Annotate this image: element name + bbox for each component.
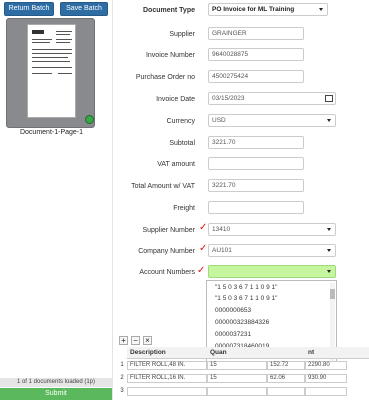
quantity-cell[interactable]: [207, 387, 267, 396]
supplier-field[interactable]: GRAINGER: [208, 27, 304, 40]
vat-amount-field[interactable]: [208, 157, 304, 170]
amount-cell[interactable]: 930.90: [305, 374, 347, 383]
invoice-date-field[interactable]: 03/15/2023: [208, 92, 336, 105]
thumbnail-label: Document-1-Page-1: [19, 129, 84, 136]
check-icon: ✓: [199, 243, 208, 254]
dropdown-option[interactable]: "1 5 0 3 6 7 1 1 0 9 1": [215, 284, 277, 291]
document-type-label: Document Type: [143, 7, 195, 14]
price-cell[interactable]: 152.72: [267, 361, 305, 370]
dropdown-option[interactable]: 0000000653: [215, 307, 251, 314]
app-window: Return Batch Save Batch Document-1-Page-…: [0, 0, 369, 400]
company-number-label: Company Number: [138, 248, 195, 255]
row-number: 2: [120, 375, 124, 381]
add-row-button[interactable]: +: [119, 336, 128, 345]
company-number-select[interactable]: AU101: [208, 244, 336, 257]
currency-select[interactable]: USD: [208, 114, 336, 127]
amount-cell[interactable]: [305, 387, 347, 396]
verified-icon: [85, 115, 94, 124]
description-cell[interactable]: FILTER ROLL,16 IN.: [127, 374, 207, 383]
freight-label: Freight: [173, 205, 195, 212]
invoice-date-value: 03/15/2023: [212, 95, 245, 102]
total-amount-field[interactable]: 3221.70: [208, 179, 304, 192]
check-icon: ✓: [199, 222, 208, 233]
invoice-number-field[interactable]: 9640028875: [208, 48, 304, 61]
dropdown-option[interactable]: 000000323884326: [215, 319, 269, 326]
column-header-price: [267, 347, 305, 359]
supplier-number-label: Supplier Number: [142, 227, 195, 234]
supplier-label: Supplier: [169, 31, 195, 38]
calendar-icon[interactable]: [325, 95, 333, 102]
purchase-order-label: Purchase Order no: [135, 74, 195, 81]
submit-button[interactable]: Submit: [0, 388, 112, 400]
column-header-description: Description: [127, 347, 207, 359]
column-header-amount: nt: [305, 347, 369, 359]
page-preview: [27, 24, 76, 118]
document-type-select[interactable]: PO Invoice for ML Training: [208, 3, 328, 16]
invoice-number-label: Invoice Number: [145, 52, 195, 59]
description-cell[interactable]: FILTER ROLL,48 IN.: [127, 361, 207, 370]
supplier-number-select[interactable]: 13410: [208, 223, 336, 236]
clear-row-button[interactable]: ×: [143, 336, 152, 345]
description-cell[interactable]: [127, 387, 207, 396]
row-number: 1: [120, 362, 124, 368]
total-amount-label: Total Amount w/ VAT: [131, 183, 195, 190]
row-number: 3: [120, 388, 124, 394]
dropdown-option[interactable]: 0000037231: [215, 331, 251, 338]
line-items-table: Description Quan nt 1 FILTER ROLL,48 IN.…: [117, 347, 369, 400]
price-cell[interactable]: [267, 387, 305, 396]
account-numbers-label: Account Numbers: [139, 269, 195, 276]
subtotal-label: Subtotal: [169, 140, 195, 147]
price-cell[interactable]: 62.06: [267, 374, 305, 383]
check-icon: ✓: [197, 265, 206, 276]
save-batch-button[interactable]: Save Batch: [60, 2, 108, 16]
dropdown-scroll-thumb[interactable]: [330, 289, 335, 299]
column-header-quantity: Quan: [207, 347, 267, 359]
vat-amount-label: VAT amount: [157, 161, 195, 168]
load-status: 1 of 1 documents loaded (1p): [0, 378, 112, 387]
remove-row-button[interactable]: −: [131, 336, 140, 345]
account-numbers-select[interactable]: [208, 265, 336, 278]
return-batch-button[interactable]: Return Batch: [4, 2, 54, 16]
purchase-order-field[interactable]: 4500275424: [208, 70, 304, 83]
freight-field[interactable]: [208, 201, 304, 214]
subtotal-field[interactable]: 3221.70: [208, 136, 304, 149]
document-thumbnail[interactable]: Document-1-Page-1: [6, 18, 95, 136]
quantity-cell[interactable]: 15: [207, 361, 267, 370]
amount-cell[interactable]: 2290.80: [305, 361, 347, 370]
dropdown-option[interactable]: "1 5 0 3 6 7 1 1 0 9 1": [215, 295, 277, 302]
invoice-date-label: Invoice Date: [156, 96, 195, 103]
quantity-cell[interactable]: 15: [207, 374, 267, 383]
currency-label: Currency: [166, 118, 195, 125]
document-panel: Return Batch Save Batch Document-1-Page-…: [0, 0, 112, 400]
